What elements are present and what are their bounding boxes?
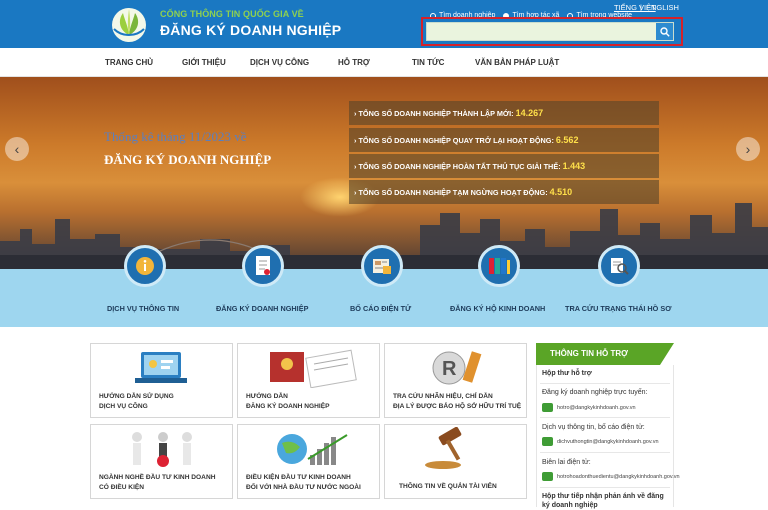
support-panel: [536, 365, 674, 507]
nav-news[interactable]: TIN TỨC: [412, 58, 444, 67]
card-text: TRA CỨU NHÃN HIỆU, CHỈ DẪN ĐỊA LÝ ĐƯỢC BẢ…: [393, 393, 522, 410]
binders-icon: [489, 258, 510, 274]
main-nav: TRANG CHỦ GIỚI THIỆU DỊCH VỤ CÔNG HỖ TRỢ…: [0, 48, 768, 77]
certificate-icon: [270, 349, 357, 388]
gavel-icon: [425, 427, 462, 469]
card-conditional-business-lines[interactable]: NGÀNH NGHỀ ĐẦU TƯ KINH DOANH CÓ ĐIỀU KIỆN: [90, 424, 233, 499]
support-email-link[interactable]: hotro@dangkykinhdoanh.gov.vn: [557, 405, 636, 411]
search-highlight-box: [421, 17, 683, 46]
service-label[interactable]: DỊCH VỤ THÔNG TIN: [107, 304, 179, 313]
stat-value: 4.510: [549, 187, 573, 197]
newspaper-icon: [373, 259, 391, 274]
search-file-icon: [611, 258, 629, 275]
service-info-button[interactable]: [124, 245, 166, 287]
nav-about[interactable]: GIỚI THIỆU: [182, 58, 226, 67]
service-label[interactable]: ĐĂNG KÝ DOANH NGHIỆP: [216, 304, 308, 313]
card-trademark-lookup[interactable]: R TRA CỨU NHÃN HIỆU, CHỈ DẪN ĐỊA LÝ ĐƯỢC …: [384, 343, 527, 418]
nav-home[interactable]: TRANG CHỦ: [105, 58, 153, 67]
stat-label: TỔNG SỐ DOANH NGHIỆP QUAY TRỞ LẠI HOẠT Đ…: [358, 136, 554, 145]
mail-icon: [542, 437, 553, 446]
support-mailbox-heading: Hộp thư hỗ trợ: [542, 370, 592, 377]
nav-legal-documents[interactable]: VĂN BẢN PHÁP LUẬT: [475, 58, 559, 67]
support-feedback-heading: Hộp thư tiếp nhận phản ánh về đăng ký do…: [542, 493, 664, 510]
nav-public-services[interactable]: DỊCH VỤ CÔNG: [250, 58, 309, 67]
service-business-registration-button[interactable]: [242, 245, 284, 287]
service-household-business-button[interactable]: [478, 245, 520, 287]
card-text: HƯỚNG DẪN SỬ DỤNG DỊCH VỤ CÔNG: [99, 393, 174, 410]
trademark-icon: R: [432, 351, 482, 385]
service-label[interactable]: ĐĂNG KÝ HỘ KINH DOANH: [450, 304, 545, 313]
card-foreign-investor-conditions[interactable]: ĐIỀU KIỆN ĐẦU TƯ KINH DOANH ĐỐI VỚI NHÀ Đ…: [237, 424, 380, 499]
stat-value: 1.443: [562, 161, 586, 171]
stat-label: TỔNG SỐ DOANH NGHIỆP HOÀN TẤT THỦ TỤC GI…: [358, 162, 561, 171]
card-business-registration-guide[interactable]: HƯỚNG DẪN ĐĂNG KÝ DOANH NGHIỆP: [237, 343, 380, 418]
mail-icon: [542, 472, 553, 481]
card-text: THÔNG TIN VỀ QUẢN TÀI VIÊN: [399, 483, 497, 490]
lang-english-link[interactable]: ENGLISH: [646, 3, 679, 12]
chevron-right-icon: ›: [745, 141, 751, 157]
business-people-icon: [132, 432, 192, 467]
stat-label: TỔNG SỐ DOANH NGHIỆP TẠM NGỪNG HOẠT ĐỘNG…: [358, 188, 548, 197]
service-e-announcement-button[interactable]: [361, 245, 403, 287]
card-text: NGÀNH NGHỀ ĐẦU TƯ KINH DOANH CÓ ĐIỀU KIỆN: [99, 474, 216, 491]
card-text: ĐIỀU KIỆN ĐẦU TƯ KINH DOANH ĐỐI VỚI NHÀ Đ…: [246, 474, 361, 491]
svg-text:R: R: [442, 358, 457, 380]
stat-suspended-businesses[interactable]: › TỔNG SỐ DOANH NGHIỆP TẠM NGỪNG HOẠT ĐỘ…: [349, 180, 659, 204]
service-label[interactable]: BỐ CÁO ĐIỆN TỬ: [350, 304, 411, 313]
divider: [540, 452, 670, 453]
support-panel-title: THÔNG TIN HỖ TRỢ: [536, 343, 660, 365]
laptop-icon: [135, 352, 187, 383]
divider: [540, 487, 670, 488]
stat-value: 14.267: [515, 108, 544, 118]
stat-returned-businesses[interactable]: › TỔNG SỐ DOANH NGHIỆP QUAY TRỞ LẠI HOẠT…: [349, 128, 659, 152]
portal-title: ĐĂNG KÝ DOANH NGHIỆP: [160, 22, 342, 38]
carousel-next-button[interactable]: ›: [736, 137, 760, 161]
chevron-left-icon: ‹: [14, 141, 20, 157]
support-email-link[interactable]: dichvuthongtin@dangkykinhdoanh.gov.vn: [557, 439, 659, 445]
stat-new-businesses[interactable]: › TỔNG SỐ DOANH NGHIỆP THÀNH LẬP MỚI: 14…: [349, 101, 659, 125]
divider: [540, 417, 670, 418]
globe-chart-icon: [277, 434, 348, 465]
card-public-service-guide[interactable]: HƯỚNG DẪN SỬ DỤNG DỊCH VỤ CÔNG: [90, 343, 233, 418]
stat-dissolved-businesses[interactable]: › TỔNG SỐ DOANH NGHIỆP HOÀN TẤT THỦ TỤC …: [349, 154, 659, 178]
service-status-lookup-button[interactable]: [598, 245, 640, 287]
info-icon: [136, 257, 154, 275]
support-item-label: Đăng ký doanh nghiệp trực tuyến:: [542, 389, 648, 396]
portal-subtitle: CỔNG THÔNG TIN QUỐC GIA VỀ: [160, 9, 304, 19]
hero-title: ĐĂNG KÝ DOANH NGHIỆP: [104, 152, 272, 167]
stat-value: 6.562: [555, 135, 579, 145]
support-panel-tab: [660, 343, 674, 365]
document-icon: [256, 256, 270, 275]
service-label[interactable]: TRA CỨU TRẠNG THÁI HỒ SƠ: [565, 304, 671, 313]
support-email-link[interactable]: hotrohoadonthuedientu@dangkykinhdoanh.go…: [557, 474, 680, 480]
stat-label: TỔNG SỐ DOANH NGHIỆP THÀNH LẬP MỚI:: [358, 109, 514, 118]
hero-subtitle: Thống kê tháng 11/2023 về: [104, 129, 247, 144]
divider: [540, 383, 670, 384]
support-item-label: Biên lai điện tử:: [542, 459, 591, 466]
mail-icon: [542, 403, 553, 412]
carousel-prev-button[interactable]: ‹: [5, 137, 29, 161]
site-logo[interactable]: [108, 5, 152, 43]
support-item-label: Dịch vụ thông tin, bố cáo điện tử:: [542, 424, 645, 431]
lang-divider: |: [640, 3, 642, 12]
nav-support[interactable]: HỖ TRỢ: [338, 58, 370, 67]
card-text: HƯỚNG DẪN ĐĂNG KÝ DOANH NGHIỆP: [246, 393, 330, 410]
card-administrator-info[interactable]: THÔNG TIN VỀ QUẢN TÀI VIÊN: [384, 424, 527, 499]
